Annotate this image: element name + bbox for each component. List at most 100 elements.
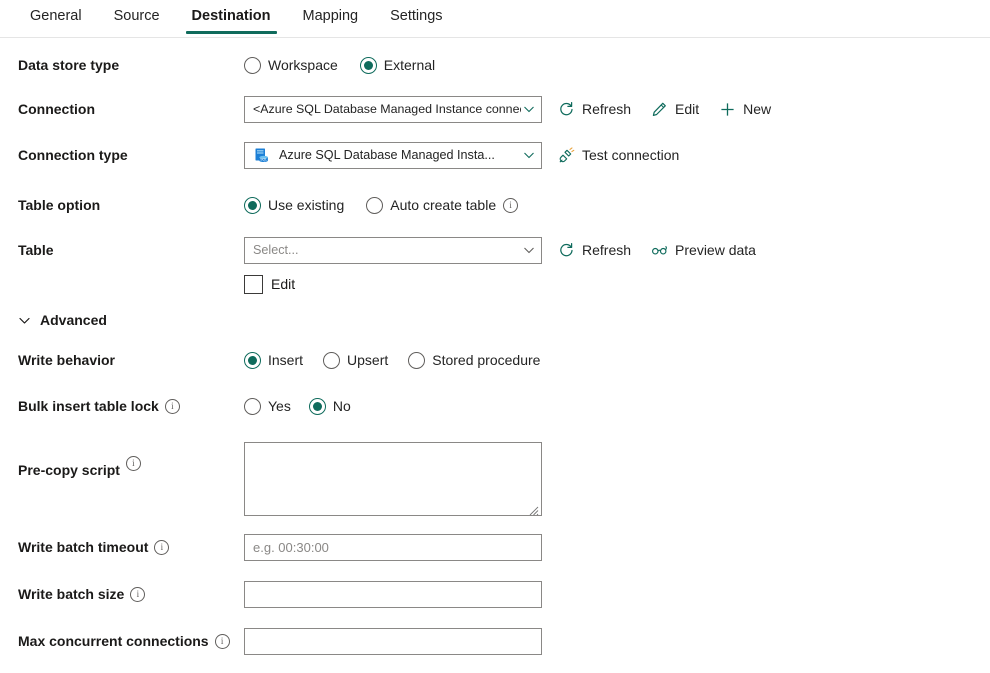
plus-icon [719,101,736,118]
row-table-edit: Edit [0,270,990,298]
write-batch-timeout-input[interactable] [244,533,542,561]
row-table: Table Select... Refresh Preview data [0,236,990,266]
chevron-down-icon [523,149,535,161]
refresh-connection-button[interactable]: Refresh [558,101,631,118]
radio-label: Auto create table [390,197,497,213]
info-icon[interactable]: i [164,398,180,414]
row-pre-copy-script: Pre-copy script i [0,442,990,516]
destination-settings-form: Data store type Workspace External Conne… [0,38,990,657]
azure-sql-database-icon: SQL [253,147,270,164]
glasses-icon [651,242,668,259]
radio-bulk-lock-yes[interactable]: Yes [244,397,291,415]
pre-copy-script-wrapper [244,442,542,516]
row-connection: Connection <Azure SQL Database Managed I… [0,95,990,125]
table-commands: Refresh Preview data [558,242,756,259]
checkbox-box-icon [244,274,263,294]
chevron-down-icon [18,314,31,327]
checkbox-label: Edit [271,276,296,292]
command-label: New [743,101,772,117]
command-label: Refresh [582,101,632,117]
info-icon[interactable]: i [503,197,519,213]
radio-external[interactable]: External [359,56,435,74]
plug-icon [558,146,575,164]
radio-circle-selected-icon [244,196,261,214]
radio-insert[interactable]: Insert [244,351,304,369]
radio-label: No [332,398,351,414]
radio-circle-icon [323,351,341,369]
bulk-insert-table-lock-radio-group: Yes No [244,397,373,415]
refresh-icon [558,101,575,118]
table-option-label: Table option [18,197,101,213]
max-concurrent-connections-input[interactable] [244,627,542,655]
radio-upsert[interactable]: Upsert [323,351,389,369]
tab-settings[interactable]: Settings [374,0,458,34]
max-concurrent-connections-label: Max concurrent connections i [0,627,244,655]
pencil-icon [651,101,668,118]
row-write-behavior: Write behavior Insert Upsert Stored proc… [0,346,990,376]
radio-label: Stored procedure [432,352,541,368]
radio-label: Upsert [347,352,389,368]
write-behavior-radio-group: Insert Upsert Stored procedure [244,351,562,369]
pre-copy-script-textarea[interactable] [244,442,542,516]
radio-label: Insert [268,352,304,368]
connection-type-dropdown[interactable]: SQL Azure SQL Database Managed Insta... [244,141,542,169]
tab-destination[interactable]: Destination [176,0,287,34]
label-text: Write batch timeout [18,539,149,555]
info-icon[interactable]: i [130,586,146,602]
tab-bar: General Source Destination Mapping Setti… [0,0,990,38]
write-batch-size-label: Write batch size i [0,580,244,608]
tab-general[interactable]: General [14,0,98,34]
info-icon[interactable]: i [125,456,141,471]
row-table-option: Table option Use existing Auto create ta… [0,191,990,221]
tab-label: Mapping [302,8,359,24]
table-edit-checkbox[interactable]: Edit [244,274,296,294]
radio-use-existing[interactable]: Use existing [244,196,345,214]
info-icon[interactable]: i [214,633,230,649]
bulk-insert-table-lock-label: Bulk insert table lock i [0,392,244,420]
label-text: Pre-copy script [18,462,120,478]
radio-circle-icon [408,351,426,369]
refresh-table-button[interactable]: Refresh [558,242,631,259]
tab-label: Destination [191,8,271,24]
chevron-down-icon [523,244,535,256]
row-write-batch-size: Write batch size i [0,580,990,610]
data-store-type-label: Data store type [18,57,120,73]
radio-bulk-lock-no[interactable]: No [308,397,351,415]
data-store-type-radio-group: Workspace External [244,56,457,74]
radio-circle-selected-icon [244,351,261,369]
edit-connection-button[interactable]: Edit [651,101,699,118]
table-value: Select... [253,243,299,257]
radio-stored-procedure[interactable]: Stored procedure [408,351,541,369]
preview-data-button[interactable]: Preview data [651,242,756,259]
connection-label: Connection [18,101,95,117]
radio-auto-create-table[interactable]: Auto create table i [366,196,519,214]
connection-value: <Azure SQL Database Managed Instance con… [253,102,521,116]
connection-type-value: Azure SQL Database Managed Insta... [279,148,495,162]
write-batch-size-input[interactable] [244,580,542,608]
row-connection-type: Connection type SQL Azure SQL Database M… [0,141,990,171]
radio-workspace[interactable]: Workspace [244,56,338,74]
radio-circle-icon [366,196,384,214]
advanced-section-label: Advanced [40,312,107,328]
radio-circle-selected-icon [308,397,326,415]
label-text: Max concurrent connections [18,633,209,649]
radio-circle-icon [244,56,261,74]
table-edit-spacer [0,270,244,298]
row-write-batch-timeout: Write batch timeout i [0,533,990,563]
tab-source[interactable]: Source [98,0,176,34]
radio-circle-icon [244,397,261,415]
radio-label: Use existing [268,197,345,213]
table-dropdown[interactable]: Select... [244,236,542,264]
new-connection-button[interactable]: New [719,101,771,118]
connection-dropdown[interactable]: <Azure SQL Database Managed Instance con… [244,95,542,123]
label-text: Bulk insert table lock [18,398,159,414]
tab-label: Source [113,8,160,24]
radio-circle-selected-icon [359,56,377,74]
command-label: Test connection [582,147,680,163]
info-icon[interactable]: i [154,539,170,555]
table-label: Table [18,242,54,258]
row-data-store-type: Data store type Workspace External [0,51,990,81]
test-connection-button[interactable]: Test connection [558,146,680,164]
advanced-section-toggle[interactable]: Advanced [0,312,168,328]
tab-mapping[interactable]: Mapping [287,0,375,34]
